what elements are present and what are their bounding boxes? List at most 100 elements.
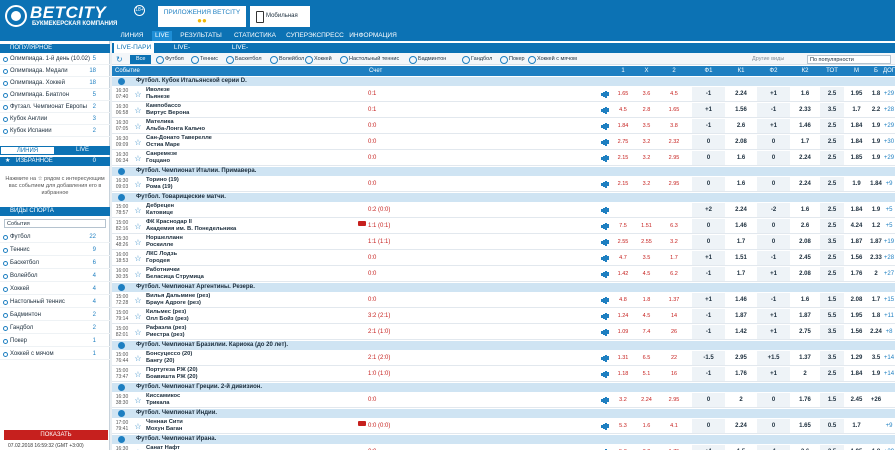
fav-tab-live[interactable]: LIVE [55, 146, 110, 155]
teams[interactable]: Норшелланн Роскилле [146, 235, 366, 249]
odds-1[interactable]: 1.09 [612, 325, 634, 339]
event-row[interactable]: 15:30 48:26 ☆ Норшелланн Роскилле 1:1 (1:1) 2.… [112, 235, 895, 250]
filter-4[interactable]: Волейбол [270, 55, 304, 64]
nav-statistics[interactable]: СТАТИСТИКА [229, 31, 281, 41]
handicap-1[interactable]: 0 [692, 151, 725, 165]
sport-item[interactable]: Волейбол 4 [0, 271, 110, 282]
stats-chart-icon[interactable] [600, 419, 610, 433]
more-bets[interactable]: +15 [883, 293, 895, 307]
favorite-star-icon[interactable]: ☆ [132, 119, 144, 133]
handicap-1[interactable]: 0 [692, 177, 725, 191]
handicap-1-odds[interactable]: 1.7 [725, 267, 757, 281]
total-over[interactable]: 1.9 [869, 135, 883, 149]
favorite-star-icon[interactable]: ☆ [132, 87, 144, 101]
handicap-1-odds[interactable]: 2.08 [725, 135, 757, 149]
odds-x[interactable]: 1.8 [634, 293, 659, 307]
favorite-star-icon[interactable]: ☆ [132, 293, 144, 307]
total-over[interactable] [869, 419, 883, 433]
total[interactable]: 1.5 [820, 293, 844, 307]
total-over[interactable]: 2 [869, 267, 883, 281]
nav-line[interactable]: ЛИНИЯ [112, 31, 152, 41]
handicap-2-odds[interactable]: 2.08 [790, 267, 820, 281]
handicap-1-odds[interactable]: 2 [725, 393, 757, 407]
total-over[interactable]: 1.9 [869, 119, 883, 133]
stats-chart-icon[interactable] [600, 177, 610, 191]
odds-x[interactable]: 7.4 [634, 325, 659, 339]
event-row[interactable]: 15:00 76:44 ☆ Бонсуцессо (20) Бангу (20) 2:1 … [112, 351, 895, 366]
sport-item[interactable]: Футбол 22 [0, 232, 110, 243]
handicap-2-odds[interactable]: 1.76 [790, 393, 820, 407]
more-bets[interactable]: +9 [883, 177, 895, 191]
handicap-1-odds[interactable]: 1.6 [725, 177, 757, 191]
more-bets[interactable]: +5 [883, 219, 895, 233]
stats-chart-icon[interactable] [600, 151, 610, 165]
filter-9[interactable]: Покер [500, 55, 525, 64]
total[interactable]: 0.5 [820, 419, 844, 433]
total-over[interactable]: 1.2 [869, 219, 883, 233]
odds-x[interactable]: 3.6 [634, 87, 659, 101]
total[interactable]: 2.5 [820, 135, 844, 149]
favorite-star-icon[interactable]: ☆ [132, 367, 144, 381]
total[interactable]: 2.5 [820, 119, 844, 133]
total-under[interactable]: 1.85 [844, 151, 869, 165]
odds-x[interactable]: 2.24 [634, 393, 659, 407]
total[interactable]: 2.5 [820, 445, 844, 450]
stats-chart-icon[interactable] [600, 325, 610, 339]
league-header[interactable]: Футбол. Чемпионат Греции. 2-й дивизион. [112, 383, 895, 392]
event-row[interactable]: 16:3008:11☆Санат НафтПерсеполис0:0 5.33.2… [112, 445, 895, 450]
more-bets[interactable]: +11 [883, 309, 895, 323]
handicap-1[interactable]: 0 [692, 235, 725, 249]
odds-x[interactable]: 4.5 [634, 267, 659, 281]
handicap-1[interactable]: -1.5 [692, 351, 725, 365]
sport-item[interactable]: Хоккей с мячом 1 [0, 349, 110, 360]
total[interactable]: 5.5 [820, 309, 844, 323]
handicap-1-odds[interactable]: 1.51 [725, 251, 757, 265]
total-under[interactable]: 1.7 [844, 419, 869, 433]
total-over[interactable]: 1.8 [869, 309, 883, 323]
sport-item[interactable]: Теннис 9 [0, 245, 110, 256]
handicap-2[interactable]: 0 [757, 151, 790, 165]
live-video-icon[interactable] [358, 221, 366, 226]
total-under[interactable]: 1.95 [844, 445, 869, 450]
favorite-star-icon[interactable]: ☆ [132, 419, 144, 433]
favorite-star-icon[interactable]: ☆ [132, 251, 144, 265]
filter-7[interactable]: Бадминтон [409, 55, 446, 64]
total-over[interactable]: 2.24 [869, 325, 883, 339]
favorite-star-icon[interactable]: ☆ [132, 309, 144, 323]
odds-2[interactable]: 3.2 [659, 235, 689, 249]
more-bets[interactable]: +28 [883, 251, 895, 265]
odds-1[interactable]: 5.3 [612, 445, 634, 450]
total-over[interactable]: 1.8 [869, 87, 883, 101]
handicap-1[interactable]: 0 [692, 135, 725, 149]
popular-item[interactable]: Олимпиада. Медали 18 [0, 66, 110, 77]
stats-chart-icon[interactable] [600, 445, 610, 450]
total-under[interactable]: 1.9 [844, 177, 869, 191]
teams[interactable]: Санремезе Гоццано [146, 151, 366, 165]
odds-2[interactable] [659, 203, 689, 217]
teams[interactable]: Работнички Беласица Струмица [146, 267, 366, 281]
total-under[interactable]: 1.84 [844, 135, 869, 149]
odds-2[interactable]: 1.37 [659, 293, 689, 307]
total-under[interactable]: 1.95 [844, 87, 869, 101]
show-button[interactable]: ПОКАЗАТЬ [4, 430, 108, 440]
handicap-2-odds[interactable]: 1.37 [790, 351, 820, 365]
stats-chart-icon[interactable] [600, 203, 610, 217]
favorite-star-icon[interactable]: ☆ [132, 325, 144, 339]
total[interactable]: 1.5 [820, 393, 844, 407]
event-row[interactable]: 16:00 30:35 ☆ Работнички Беласица Струмица 0:… [112, 267, 895, 282]
sport-item[interactable]: Настольный теннис 4 [0, 297, 110, 308]
handicap-1-odds[interactable]: 1.42 [725, 325, 757, 339]
handicap-1-odds[interactable]: 2.95 [725, 351, 757, 365]
filter-8[interactable]: Гандбол [462, 55, 492, 64]
popular-item[interactable]: Олимпиада. Биатлон 5 [0, 90, 110, 101]
teams[interactable]: ЛКС Лодзь Городея [146, 251, 366, 265]
handicap-1[interactable]: -1 [692, 309, 725, 323]
filter-2[interactable]: Теннис [191, 55, 218, 64]
favorite-star-icon[interactable]: ☆ [132, 135, 144, 149]
more-bets[interactable]: +29 [883, 119, 895, 133]
odds-x[interactable]: 4.5 [634, 309, 659, 323]
more-bets[interactable]: +28 [883, 103, 895, 117]
total[interactable]: 2.5 [820, 251, 844, 265]
handicap-2[interactable]: +1 [757, 119, 790, 133]
odds-1[interactable]: 1.65 [612, 87, 634, 101]
